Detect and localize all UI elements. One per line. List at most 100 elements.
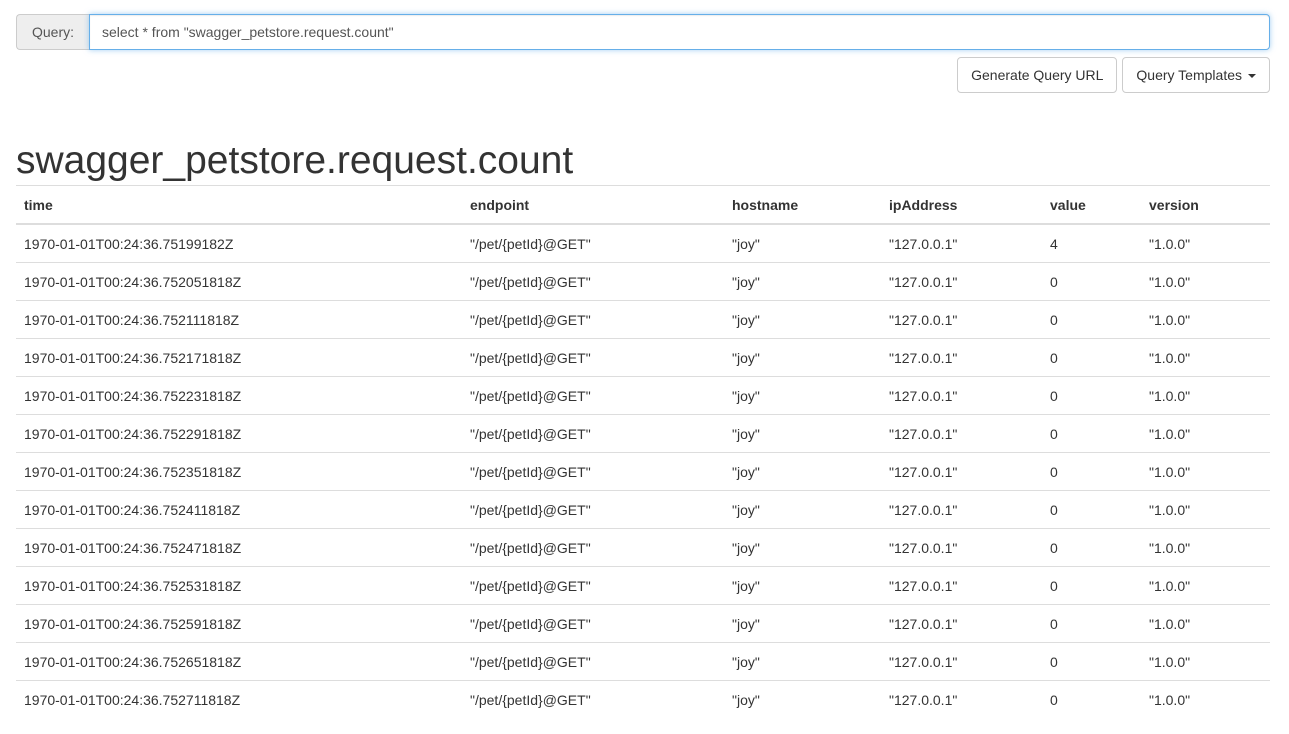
- cell-version: "1.0.0": [1141, 262, 1270, 301]
- cell-ipaddress: "127.0.0.1": [881, 338, 1042, 377]
- cell-value: 0: [1042, 642, 1141, 681]
- table-row: 1970-01-01T00:24:36.75199182Z "/pet/{petI…: [16, 223, 1270, 263]
- cell-endpoint: "/pet/{petId}@GET": [462, 604, 724, 643]
- cell-version: "1.0.0": [1141, 223, 1270, 263]
- cell-endpoint: "/pet/{petId}@GET": [462, 680, 724, 718]
- cell-ipaddress: "127.0.0.1": [881, 604, 1042, 643]
- cell-endpoint: "/pet/{petId}@GET": [462, 642, 724, 681]
- cell-time: 1970-01-01T00:24:36.752591818Z: [16, 604, 462, 643]
- cell-ipaddress: "127.0.0.1": [881, 452, 1042, 491]
- cell-ipaddress: "127.0.0.1": [881, 642, 1042, 681]
- query-actions: Generate Query URL Query Templates: [957, 57, 1270, 93]
- table-row: 1970-01-01T00:24:36.752471818Z "/pet/{pet…: [16, 528, 1270, 567]
- cell-value: 0: [1042, 566, 1141, 605]
- query-templates-label: Query Templates: [1136, 67, 1242, 83]
- header-row: time endpoint hostname ipAddress value v…: [16, 185, 1270, 225]
- cell-time: 1970-01-01T00:24:36.752111818Z: [16, 300, 462, 339]
- cell-hostname: "joy": [724, 300, 881, 339]
- cell-hostname: "joy": [724, 680, 881, 718]
- query-input[interactable]: [89, 14, 1270, 50]
- table-row: 1970-01-01T00:24:36.752171818Z "/pet/{pet…: [16, 338, 1270, 377]
- cell-value: 0: [1042, 414, 1141, 453]
- cell-value: 0: [1042, 376, 1141, 415]
- query-templates-dropdown[interactable]: Query Templates: [1122, 57, 1270, 93]
- cell-ipaddress: "127.0.0.1": [881, 490, 1042, 529]
- cell-ipaddress: "127.0.0.1": [881, 414, 1042, 453]
- column-header-version: version: [1141, 185, 1270, 225]
- table-row: 1970-01-01T00:24:36.752531818Z "/pet/{pet…: [16, 566, 1270, 605]
- cell-version: "1.0.0": [1141, 300, 1270, 339]
- cell-ipaddress: "127.0.0.1": [881, 262, 1042, 301]
- generate-query-url-button[interactable]: Generate Query URL: [957, 57, 1118, 93]
- cell-time: 1970-01-01T00:24:36.75199182Z: [16, 223, 462, 263]
- cell-endpoint: "/pet/{petId}@GET": [462, 262, 724, 301]
- query-label: Query:: [16, 14, 89, 50]
- cell-value: 0: [1042, 604, 1141, 643]
- cell-time: 1970-01-01T00:24:36.752231818Z: [16, 376, 462, 415]
- cell-time: 1970-01-01T00:24:36.752531818Z: [16, 566, 462, 605]
- table-row: 1970-01-01T00:24:36.752711818Z "/pet/{pet…: [16, 680, 1270, 718]
- cell-endpoint: "/pet/{petId}@GET": [462, 376, 724, 415]
- cell-value: 0: [1042, 680, 1141, 718]
- cell-hostname: "joy": [724, 452, 881, 491]
- cell-ipaddress: "127.0.0.1": [881, 680, 1042, 718]
- cell-endpoint: "/pet/{petId}@GET": [462, 223, 724, 263]
- cell-version: "1.0.0": [1141, 452, 1270, 491]
- table-row: 1970-01-01T00:24:36.752411818Z "/pet/{pet…: [16, 490, 1270, 529]
- cell-ipaddress: "127.0.0.1": [881, 528, 1042, 567]
- series-title: swagger_petstore.request.count: [16, 139, 574, 182]
- cell-hostname: "joy": [724, 414, 881, 453]
- cell-ipaddress: "127.0.0.1": [881, 376, 1042, 415]
- cell-endpoint: "/pet/{petId}@GET": [462, 490, 724, 529]
- cell-version: "1.0.0": [1141, 566, 1270, 605]
- results-table-header: time endpoint hostname ipAddress value v…: [16, 185, 1270, 225]
- cell-value: 0: [1042, 338, 1141, 377]
- cell-endpoint: "/pet/{petId}@GET": [462, 566, 724, 605]
- cell-endpoint: "/pet/{petId}@GET": [462, 414, 724, 453]
- cell-endpoint: "/pet/{petId}@GET": [462, 528, 724, 567]
- column-header-time: time: [16, 185, 462, 225]
- cell-hostname: "joy": [724, 490, 881, 529]
- cell-time: 1970-01-01T00:24:36.752411818Z: [16, 490, 462, 529]
- cell-version: "1.0.0": [1141, 680, 1270, 718]
- cell-hostname: "joy": [724, 223, 881, 263]
- cell-value: 0: [1042, 452, 1141, 491]
- cell-version: "1.0.0": [1141, 490, 1270, 529]
- cell-ipaddress: "127.0.0.1": [881, 223, 1042, 263]
- cell-endpoint: "/pet/{petId}@GET": [462, 338, 724, 377]
- table-row: 1970-01-01T00:24:36.752651818Z "/pet/{pet…: [16, 642, 1270, 681]
- generate-query-url-label: Generate Query URL: [971, 67, 1104, 83]
- cell-time: 1970-01-01T00:24:36.752051818Z: [16, 262, 462, 301]
- cell-hostname: "joy": [724, 528, 881, 567]
- cell-time: 1970-01-01T00:24:36.752471818Z: [16, 528, 462, 567]
- cell-time: 1970-01-01T00:24:36.752351818Z: [16, 452, 462, 491]
- cell-version: "1.0.0": [1141, 642, 1270, 681]
- query-bar: Query:: [16, 14, 1270, 50]
- table-row: 1970-01-01T00:24:36.752111818Z "/pet/{pet…: [16, 300, 1270, 339]
- cell-value: 4: [1042, 223, 1141, 263]
- cell-version: "1.0.0": [1141, 376, 1270, 415]
- cell-time: 1970-01-01T00:24:36.752291818Z: [16, 414, 462, 453]
- cell-endpoint: "/pet/{petId}@GET": [462, 300, 724, 339]
- cell-version: "1.0.0": [1141, 338, 1270, 377]
- cell-hostname: "joy": [724, 338, 881, 377]
- cell-hostname: "joy": [724, 262, 881, 301]
- cell-version: "1.0.0": [1141, 604, 1270, 643]
- column-header-ipaddress: ipAddress: [881, 185, 1042, 225]
- cell-value: 0: [1042, 262, 1141, 301]
- results-table: time endpoint hostname ipAddress value v…: [16, 185, 1270, 718]
- column-header-value: value: [1042, 185, 1141, 225]
- column-header-hostname: hostname: [724, 185, 881, 225]
- cell-hostname: "joy": [724, 566, 881, 605]
- cell-version: "1.0.0": [1141, 414, 1270, 453]
- cell-value: 0: [1042, 528, 1141, 567]
- table-row: 1970-01-01T00:24:36.752051818Z "/pet/{pet…: [16, 262, 1270, 301]
- cell-time: 1970-01-01T00:24:36.752171818Z: [16, 338, 462, 377]
- column-header-endpoint: endpoint: [462, 185, 724, 225]
- cell-hostname: "joy": [724, 376, 881, 415]
- cell-value: 0: [1042, 490, 1141, 529]
- table-row: 1970-01-01T00:24:36.752291818Z "/pet/{pet…: [16, 414, 1270, 453]
- table-row: 1970-01-01T00:24:36.752231818Z "/pet/{pet…: [16, 376, 1270, 415]
- cell-endpoint: "/pet/{petId}@GET": [462, 452, 724, 491]
- cell-hostname: "joy": [724, 642, 881, 681]
